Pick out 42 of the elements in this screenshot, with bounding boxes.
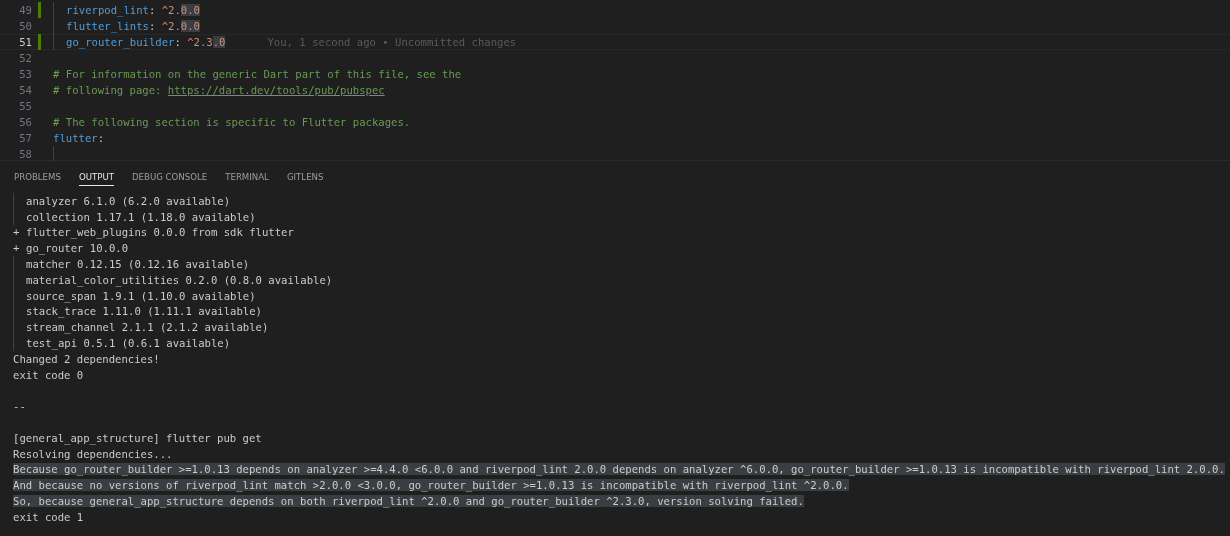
panel-tab[interactable]: TERMINAL (216, 161, 278, 192)
output-line: [general_app_structure] flutter pub get (13, 431, 262, 444)
output-line: material_color_utilities 0.2.0 (0.8.0 available) (26, 273, 333, 286)
output-line: matcher 0.12.15 (0.12.16 available) (26, 258, 250, 271)
output-line: collection 1.17.1 (1.18.0 available) (26, 210, 256, 223)
line-number: 49 (18, 4, 32, 16)
blame-annotation: You, 1 second ago • Uncommitted changes (267, 36, 517, 48)
output-line: test_api 0.5.1 (0.6.1 available) (26, 337, 231, 350)
code-line: # For information on the generic Dart part of this file, see the (53, 68, 462, 80)
panel-tab[interactable]: GITLENS (277, 161, 333, 192)
output-line: stack_trace 1.11.0 (1.11.1 available) (26, 305, 262, 318)
line-number: 53 (18, 68, 32, 80)
code-editor[interactable] (0, 0, 1230, 160)
panel-tab[interactable]: OUTPUT (69, 161, 123, 192)
code-line: flutter: (53, 132, 105, 144)
code-line: go_router_builder: ^2.3.0 (66, 36, 226, 48)
added-marker: + (13, 242, 21, 255)
panel-tab[interactable]: DEBUG CONSOLE (122, 161, 217, 192)
line-number: 57 (18, 132, 32, 144)
line-number: 56 (18, 116, 32, 128)
code-line: flutter_lints: ^2.0.0 (66, 20, 200, 32)
added-marker: + (13, 226, 21, 239)
output-line: Resolving dependencies... (13, 447, 173, 460)
output-line: Changed 2 dependencies! (13, 352, 160, 365)
output-line: exit code 0 (13, 368, 84, 381)
code-line: # following page: https://dart.dev/tools/pub/pubspec (53, 84, 385, 96)
output-line: -- (13, 400, 26, 413)
output-line: source_span 1.9.1 (1.10.0 available) (26, 289, 256, 302)
output-line: flutter_web_plugins 0.0.0 from sdk flutter (26, 226, 294, 239)
line-number: 50 (18, 20, 32, 32)
output-line: go_router 10.0.0 (26, 242, 129, 255)
code-line: riverpod_lint: ^2.0.0 (66, 4, 200, 16)
line-number: 55 (18, 100, 32, 112)
output-line: stream_channel 2.1.1 (2.1.2 available) (26, 321, 269, 334)
line-number: 54 (18, 84, 32, 96)
line-number: 58 (18, 148, 32, 160)
line-number: 52 (18, 52, 32, 64)
output-line: exit code 1 (13, 510, 84, 523)
line-number: 51 (18, 36, 32, 48)
code-line: # The following section is specific to Flutter packages. (53, 116, 411, 128)
panel-tab[interactable]: PROBLEMS (5, 161, 70, 192)
output-line: analyzer 6.1.0 (6.2.0 available) (26, 194, 231, 207)
